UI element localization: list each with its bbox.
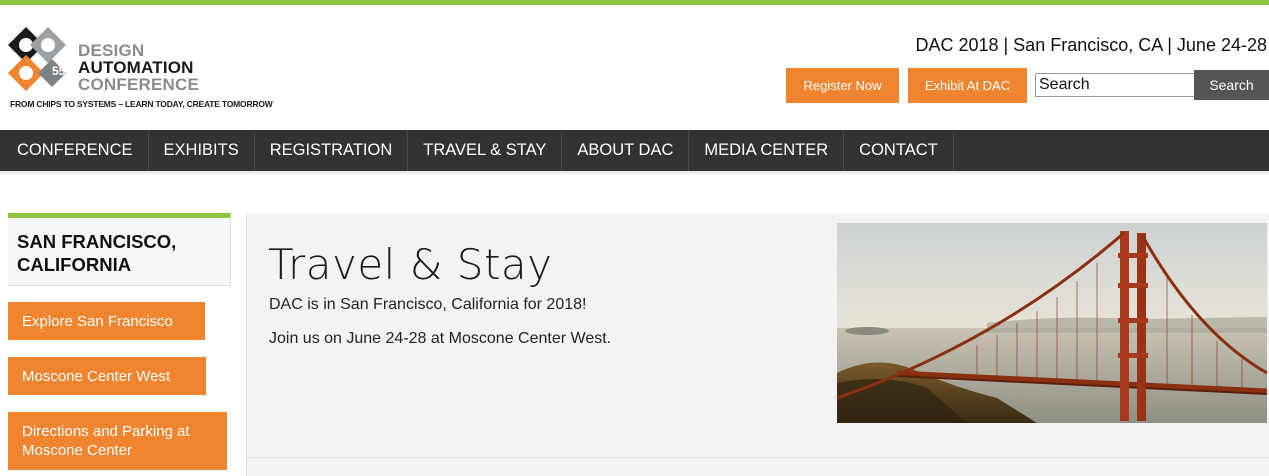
exhibit-at-dac-button[interactable]: Exhibit At DAC	[908, 68, 1027, 103]
intro-text-1: DAC is in San Francisco, California for …	[269, 296, 587, 313]
logo-text-design: DESIGN	[78, 41, 145, 60]
register-now-button[interactable]: Register Now	[786, 68, 899, 103]
logo-badge-55: 55	[52, 64, 66, 78]
search-input[interactable]	[1035, 73, 1195, 97]
nav-item-registration[interactable]: REGISTRATION	[255, 130, 409, 171]
sidebar-link-explore-san-francisco[interactable]: Explore San Francisco	[8, 302, 205, 340]
sidebar-title-line1: SAN FRANCISCO,	[17, 231, 177, 252]
sidebar-link-directions-line2: Moscone Center	[22, 442, 133, 459]
nav-item-exhibits[interactable]: EXHIBITS	[149, 130, 255, 171]
dac-logo[interactable]: 55 DESIGN AUTOMATION CONFERENCE FROM CHI…	[8, 27, 273, 113]
nav-shadow	[0, 171, 1269, 176]
main-nav: CONFERENCE EXHIBITS REGISTRATION TRAVEL …	[0, 130, 1269, 171]
nav-item-conference[interactable]: CONFERENCE	[0, 130, 149, 171]
sidebar-link-directions-line1: Directions and Parking at	[22, 423, 190, 440]
top-accent-bar	[0, 0, 1269, 5]
nav-item-media-center[interactable]: MEDIA CENTER	[689, 130, 845, 171]
page-title: Travel & Stay	[268, 240, 553, 289]
dac-logo-mark-icon	[8, 27, 66, 91]
nav-item-contact[interactable]: CONTACT	[844, 130, 954, 171]
search-button[interactable]: Search	[1194, 70, 1269, 100]
sidebar-link-moscone-center-west[interactable]: Moscone Center West	[8, 357, 206, 395]
sidebar-title-box: SAN FRANCISCO, CALIFORNIA	[8, 213, 231, 286]
logo-text-automation: AUTOMATION	[78, 58, 194, 77]
nav-item-about-dac[interactable]: ABOUT DAC	[562, 130, 690, 171]
golden-gate-bridge-photo	[837, 223, 1267, 423]
sidebar-title-line2: CALIFORNIA	[17, 254, 132, 275]
nav-item-travel-stay[interactable]: TRAVEL & STAY	[408, 130, 563, 171]
sidebar-link-directions-parking[interactable]: Directions and Parking at Moscone Center	[8, 412, 227, 470]
logo-tagline: FROM CHIPS TO SYSTEMS – LEARN TODAY, CRE…	[10, 99, 273, 109]
intro-text-2: Join us on June 24-28 at Moscone Center …	[269, 330, 612, 347]
event-info: DAC 2018 | San Francisco, CA | June 24-2…	[915, 35, 1267, 55]
logo-text-conference: CONFERENCE	[78, 75, 200, 94]
content-divider	[247, 457, 1269, 458]
